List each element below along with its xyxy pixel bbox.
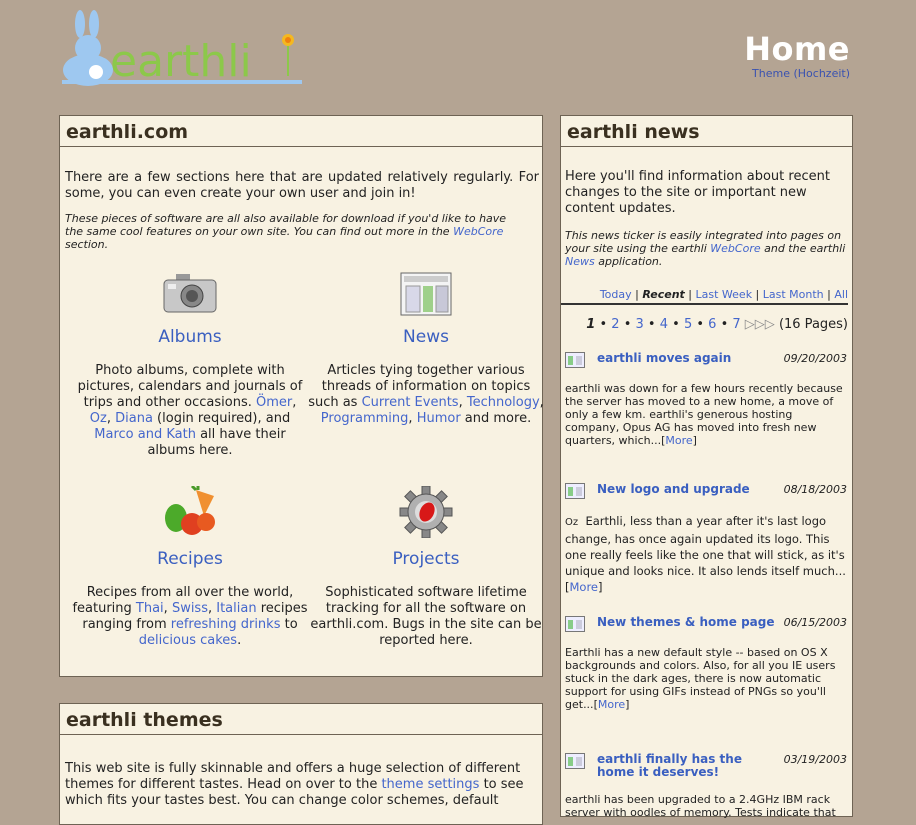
more-link[interactable]: More [570, 580, 599, 594]
page-7[interactable]: 7 [732, 317, 740, 332]
earthli-com-panel: earthli.com There are a few sections her… [59, 115, 544, 677]
projects-section: Projects Sophisticated software lifetime… [308, 485, 544, 649]
swiss-link[interactable]: Swiss [172, 601, 208, 616]
oz-link[interactable]: Oz [90, 411, 107, 426]
vegetables-icon[interactable] [162, 484, 218, 538]
projects-link[interactable]: Projects [308, 549, 544, 569]
panel-heading: earthli themes [60, 704, 542, 735]
programming-link[interactable]: Programming [321, 411, 409, 426]
delicious-cakes-link[interactable]: delicious cakes [139, 633, 237, 648]
newspaper-icon[interactable] [400, 272, 452, 316]
news-item-date: 06/15/2003 [783, 616, 847, 629]
diana-link[interactable]: Diana [115, 411, 153, 426]
recipes-link[interactable]: Recipes [72, 549, 308, 569]
projects-desc: Sophisticated software lifetime tracking… [310, 585, 542, 648]
gear-bug-icon[interactable] [399, 485, 453, 539]
news-item-title[interactable]: New logo and upgrade [597, 483, 778, 496]
news-item-date: 08/18/2003 [783, 483, 847, 496]
filter-recent: Recent [642, 288, 685, 301]
time-filter-bar: Today | Recent | Last Week | Last Month … [561, 288, 848, 305]
news-item: earthli moves again 09/20/2003 earthli w… [565, 352, 847, 447]
news-item: earthli finally has the home it deserves… [565, 753, 847, 819]
news-link[interactable]: News [308, 327, 544, 347]
marco-kath-link[interactable]: Marco and Kath [94, 427, 196, 442]
news-desc: Articles tying together various threads … [308, 363, 544, 426]
news-item: New logo and upgrade 08/18/2003 Oz Earth… [565, 483, 847, 595]
filter-all[interactable]: All [834, 288, 848, 301]
news-item-date: 09/20/2003 [783, 352, 847, 365]
current-events-link[interactable]: Current Events [362, 395, 459, 410]
last-page-icon[interactable]: ▷▷ [755, 317, 775, 332]
more-link[interactable]: More [598, 698, 625, 711]
news-item-date: 03/19/2003 [783, 753, 847, 766]
news-item-body: earthli was down for a few hours recentl… [565, 382, 843, 447]
albums-section: Albums Photo albums, complete with pictu… [72, 272, 308, 459]
news-item-title[interactable]: New themes & home page [597, 616, 778, 629]
albums-link[interactable]: Albums [72, 327, 308, 347]
author-label: Oz [565, 517, 579, 528]
webcore-link[interactable]: WebCore [453, 225, 503, 238]
recipes-desc: Recipes from all over the world, featuri… [72, 585, 308, 648]
page-5[interactable]: 5 [684, 317, 692, 332]
page-count: (16 Pages) [778, 317, 848, 332]
news-item-title[interactable]: earthli moves again [597, 352, 778, 365]
humor-link[interactable]: Humor [417, 411, 461, 426]
article-icon [565, 352, 585, 368]
svg-text:earthli: earthli [110, 36, 252, 87]
more-link[interactable]: More [665, 434, 692, 447]
recipes-section: Recipes Recipes from all over the world,… [72, 484, 308, 649]
omer-link[interactable]: Ömer [256, 395, 292, 410]
technology-link[interactable]: Technology [467, 395, 540, 410]
theme-settings-link[interactable]: theme settings [381, 777, 479, 792]
news-item-body: earthli has been upgraded to a 2.4GHz IB… [565, 793, 836, 819]
article-icon [565, 616, 585, 632]
italian-link[interactable]: Italian [216, 601, 256, 616]
page-3[interactable]: 3 [636, 317, 644, 332]
intro-text: There are a few sections here that are u… [65, 170, 539, 201]
news-section: News Articles tying together various thr… [308, 272, 544, 427]
page-1: 1 [586, 317, 596, 332]
news-item-title[interactable]: earthli finally has the home it deserves… [597, 753, 778, 779]
filter-last-week[interactable]: Last Week [696, 288, 753, 301]
panel-heading: earthli news [561, 116, 852, 147]
theme-link[interactable]: Theme (Hochzeit) [752, 67, 850, 80]
webcore-link[interactable]: WebCore [710, 242, 760, 255]
software-note: These pieces of software are all also av… [65, 212, 507, 251]
filter-today[interactable]: Today [600, 288, 632, 301]
pager: 1 • 2 • 3 • 4 • 5 • 6 • 7 ▷▷▷ (16 Pages) [586, 317, 848, 332]
albums-desc: Photo albums, complete with pictures, ca… [77, 363, 303, 458]
camera-icon[interactable] [162, 272, 218, 316]
news-note: This news ticker is easily integrated in… [565, 229, 846, 268]
refreshing-drinks-link[interactable]: refreshing drinks [171, 617, 281, 632]
news-item: New themes & home page 06/15/2003 Earthl… [565, 616, 847, 711]
filter-last-month[interactable]: Last Month [763, 288, 824, 301]
news-app-link[interactable]: News [565, 255, 595, 268]
earthli-news-panel: earthli news Here you'll find informatio… [560, 115, 853, 819]
earthli-themes-panel: earthli themes This web site is fully sk… [59, 703, 543, 825]
page-6[interactable]: 6 [708, 317, 716, 332]
news-intro: Here you'll find information about recen… [565, 169, 830, 216]
page-4[interactable]: 4 [660, 317, 668, 332]
article-icon [565, 753, 585, 769]
bunny-icon [63, 10, 113, 86]
news-item-body: Oz Earthli, less than a year after it's … [565, 514, 846, 594]
article-icon [565, 483, 585, 499]
page-2[interactable]: 2 [611, 317, 619, 332]
page-title: Home [744, 30, 850, 68]
next-page-icon[interactable]: ▷ [745, 317, 755, 332]
news-item-body: Earthli has a new default style -- based… [565, 646, 836, 711]
themes-text: This web site is fully skinnable and off… [65, 761, 524, 808]
panel-heading: earthli.com [60, 116, 542, 147]
earthli-logo[interactable]: earthli [62, 10, 307, 88]
thai-link[interactable]: Thai [136, 601, 164, 616]
